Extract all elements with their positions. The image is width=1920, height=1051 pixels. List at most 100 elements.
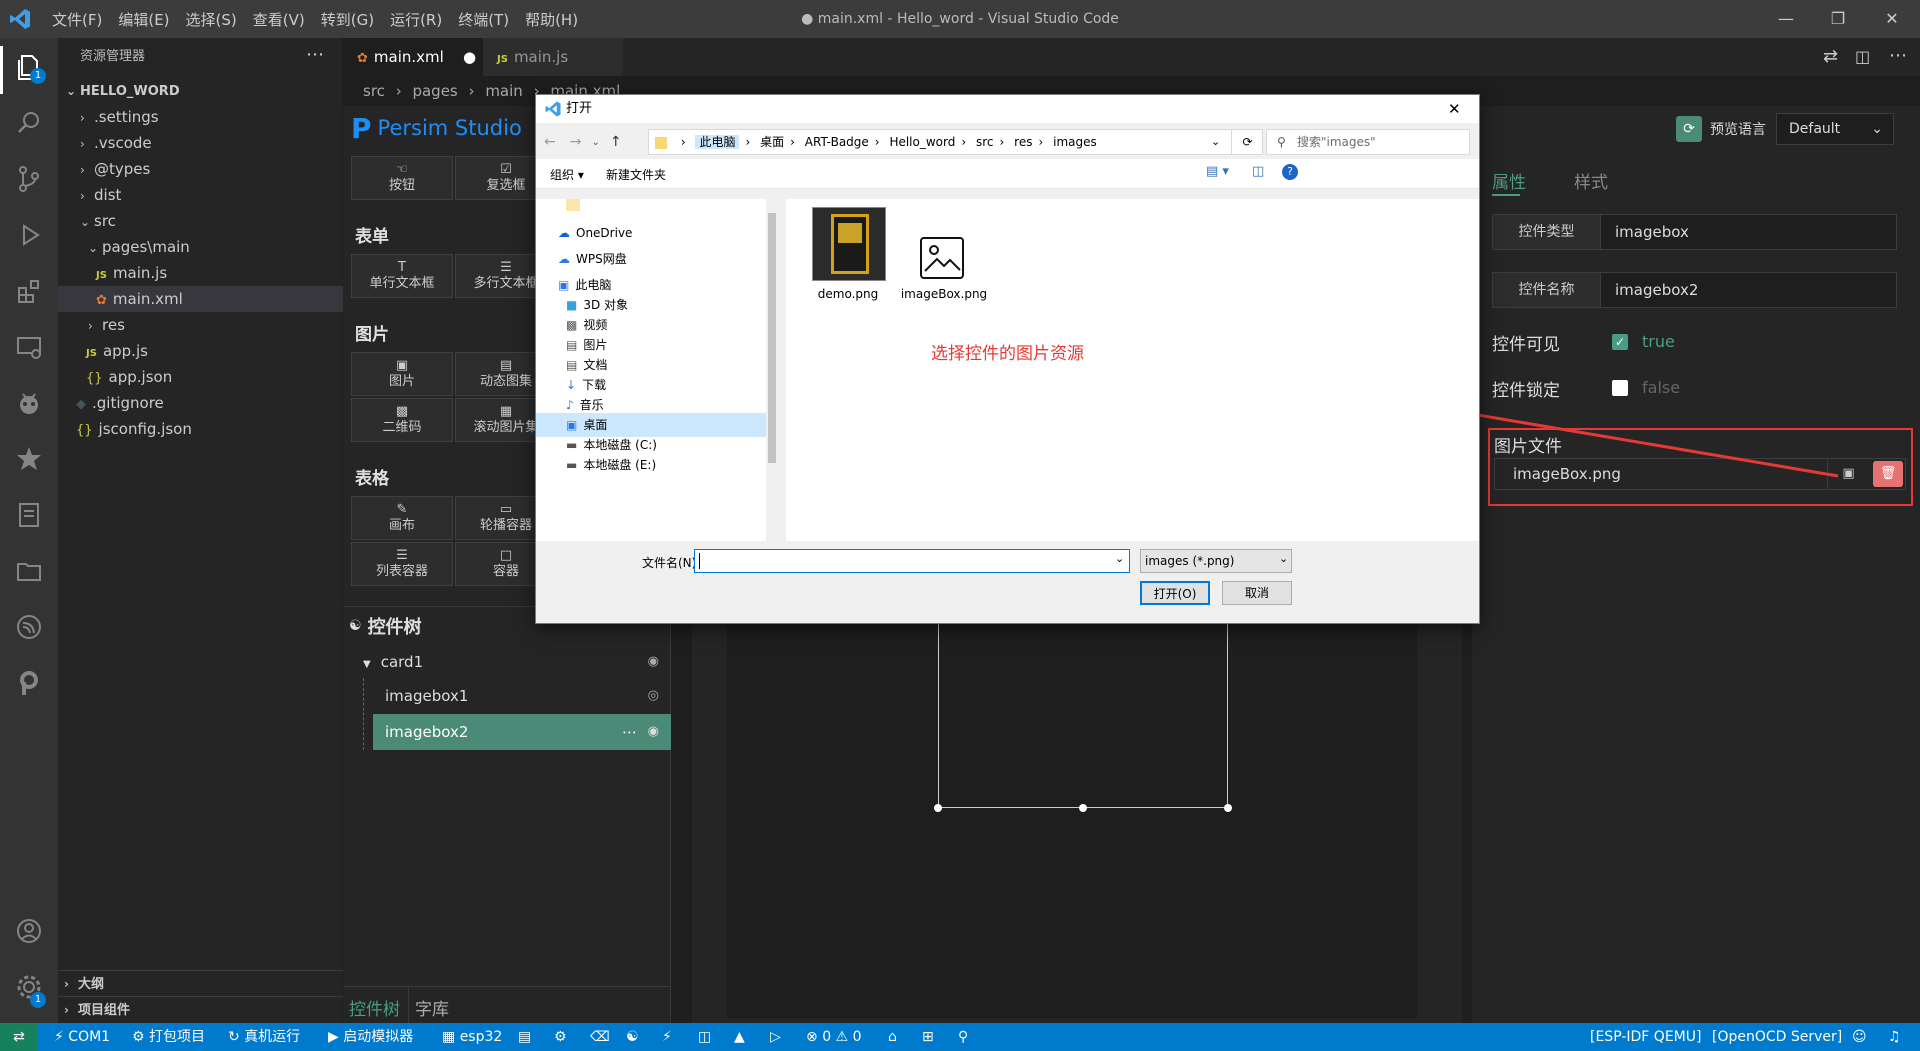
view-options-icon[interactable]: ▤ ▾ (1206, 164, 1229, 179)
open-button[interactable]: 打开(O) (1140, 581, 1210, 605)
project-root[interactable]: ⌄ HELLO_WORD (58, 78, 343, 104)
file-item-demo[interactable]: demo.png (806, 207, 890, 317)
file-type-select[interactable]: images (*.png) ⌄ (1140, 549, 1292, 573)
tree-item-main-xml[interactable]: ✿ main.xml (58, 286, 343, 312)
address-bar[interactable]: › 此电脑 › 桌面 › ART-Badge › Hello_word › src › r… (648, 129, 1263, 155)
preview-language-select[interactable]: Default ⌄ (1776, 113, 1894, 145)
tree-item-vscode[interactable]: › .vscode (58, 130, 343, 156)
refresh-icon[interactable]: ⟳ (1676, 116, 1702, 142)
tree-item-dist[interactable]: › dist (58, 182, 343, 208)
account-icon[interactable] (12, 914, 46, 948)
minimize-button[interactable]: — (1758, 0, 1814, 38)
widget-button[interactable]: ☜ 按钮 (351, 156, 453, 200)
eye-icon[interactable]: ◉ (648, 714, 659, 750)
dialog-close-icon[interactable]: ✕ (1448, 95, 1461, 123)
breadcrumb-src[interactable]: src (363, 82, 385, 100)
status-folder-icon[interactable]: ▤ (518, 1023, 531, 1051)
status-flame-icon[interactable]: ▲ (734, 1023, 745, 1051)
outline-section[interactable]: › 大纲 (58, 970, 343, 996)
tree-item-jsconfig[interactable]: {} jsconfig.json (58, 416, 343, 442)
menu-run[interactable]: 运行(R) (390, 9, 442, 30)
delete-icon[interactable]: 🗑 (1873, 461, 1903, 487)
nav-onedrive[interactable]: ☁ OneDrive (536, 221, 771, 245)
tree-node-imagebox2[interactable]: imagebox2 ⋯ ◉ (373, 714, 671, 750)
refresh-icon[interactable]: ⟳ (1231, 130, 1263, 154)
tree-node-card1[interactable]: ▼ card1 ◉ (343, 646, 671, 678)
tab-main-xml[interactable]: ✿ main.xml ● (343, 38, 483, 76)
help-icon[interactable]: ? (1282, 164, 1298, 180)
status-monitor-icon[interactable]: ◫ (698, 1023, 711, 1051)
locked-checkbox[interactable] (1612, 380, 1628, 396)
tree-item-gitignore[interactable]: ◆ .gitignore (58, 390, 343, 416)
status-problems[interactable]: ⊗ 0 ⚠ 0 (806, 1023, 862, 1051)
menu-edit[interactable]: 编辑(E) (118, 9, 169, 30)
tree-item-types[interactable]: › @types (58, 156, 343, 182)
tree-item-res[interactable]: › res (58, 312, 343, 338)
status-flash-icon[interactable]: ⚡ (662, 1023, 672, 1051)
path-segment[interactable]: res (1014, 135, 1032, 149)
widget-list-container[interactable]: ☰ 列表容器 (351, 542, 453, 586)
back-arrow-icon[interactable]: ← (544, 134, 556, 150)
close-window-button[interactable]: ✕ (1864, 0, 1920, 38)
menu-help[interactable]: 帮助(H) (525, 9, 578, 30)
tab-control-tree[interactable]: 控件树 (349, 995, 400, 1020)
status-com-port[interactable]: ⚡ COM1 (54, 1023, 110, 1051)
status-add-icon[interactable]: ⊞ (922, 1023, 934, 1051)
forward-arrow-icon[interactable]: → (570, 134, 582, 150)
path-segment[interactable]: Hello_word (889, 135, 955, 149)
menu-file[interactable]: 文件(F) (52, 9, 102, 30)
more-actions-icon[interactable]: ⋯ (306, 38, 324, 76)
new-folder-button[interactable]: 新建文件夹 (606, 166, 666, 183)
status-esp-idf-qemu[interactable]: [ESP-IDF QEMU] (1590, 1023, 1701, 1051)
nav-wps[interactable]: ☁ WPS网盘 (536, 247, 771, 271)
status-trash-icon[interactable]: ⌫ (590, 1023, 610, 1051)
recent-chevron-icon[interactable]: ⌄ (591, 137, 599, 148)
visible-checkbox[interactable]: ✓ (1612, 334, 1628, 350)
chevron-down-icon[interactable]: ⌄ (1211, 130, 1220, 154)
tab-font-library[interactable]: 字库 (415, 995, 449, 1020)
run-debug-icon[interactable] (12, 218, 46, 252)
widget-qrcode[interactable]: ▩ 二维码 (351, 398, 453, 442)
rt-thread-icon[interactable] (12, 442, 46, 476)
prop-control-name[interactable]: 控件名称 imagebox2 (1492, 272, 1897, 308)
nav-scrollbar[interactable] (766, 199, 778, 541)
prop-value[interactable]: imagebox2 (1615, 273, 1698, 307)
path-segment[interactable]: ART-Badge (805, 135, 869, 149)
notifications-bell-icon[interactable]: ♫ (1888, 1023, 1901, 1051)
tree-item-app-js[interactable]: JS app.js (58, 338, 343, 364)
status-openocd-server[interactable]: [OpenOCD Server] (1712, 1023, 1842, 1051)
selected-imagebox-frame[interactable] (938, 606, 1228, 808)
path-segment[interactable]: src (976, 135, 994, 149)
image-picker-icon[interactable]: ▣ (1827, 459, 1869, 489)
widget-image[interactable]: ▣ 图片 (351, 352, 453, 396)
path-segment[interactable]: 此电脑 (695, 135, 740, 149)
status-package[interactable]: ⚙ 打包项目 (132, 1023, 205, 1051)
more-icon[interactable]: ⋯ (622, 714, 637, 750)
breadcrumb-pages[interactable]: pages (412, 82, 457, 100)
breadcrumb-main[interactable]: main (485, 82, 522, 100)
tab-properties[interactable]: 属性 (1492, 168, 1526, 193)
tab-styles[interactable]: 样式 (1574, 168, 1608, 193)
menu-go[interactable]: 转到(G) (321, 9, 374, 30)
preview-pane-icon[interactable]: ◫ (1252, 164, 1264, 179)
resize-handle[interactable] (934, 804, 942, 812)
filename-input[interactable]: ⌄ (694, 549, 1130, 573)
more-actions-icon[interactable]: ⋯ (1889, 38, 1907, 76)
cancel-button[interactable]: 取消 (1222, 581, 1292, 605)
file-item-imagebox[interactable]: imageBox.png (896, 207, 992, 317)
up-arrow-icon[interactable]: ↑ (610, 134, 622, 150)
status-start-simulator[interactable]: ▶ 启动模拟器 (328, 1023, 413, 1051)
status-device-run[interactable]: ↻ 真机运行 (228, 1023, 300, 1051)
menu-selection[interactable]: 选择(S) (186, 9, 237, 30)
scrollbar-thumb[interactable] (768, 213, 776, 463)
folder-icon[interactable] (12, 554, 46, 588)
nav-disk-e[interactable]: ▬ 本地磁盘 (E:) (536, 453, 771, 477)
restore-button[interactable]: ❐ (1810, 0, 1866, 38)
remote-indicator-icon[interactable]: ⇄ (0, 1023, 38, 1051)
organize-button[interactable]: 组织 ▾ (550, 166, 584, 183)
menu-terminal[interactable]: 终端(T) (458, 9, 509, 30)
tree-item-app-json[interactable]: {} app.json (58, 364, 343, 390)
project-components-section[interactable]: › 项目组件 (58, 996, 343, 1022)
path-segment[interactable]: 桌面 (760, 135, 784, 149)
espressif-icon[interactable] (12, 610, 46, 644)
